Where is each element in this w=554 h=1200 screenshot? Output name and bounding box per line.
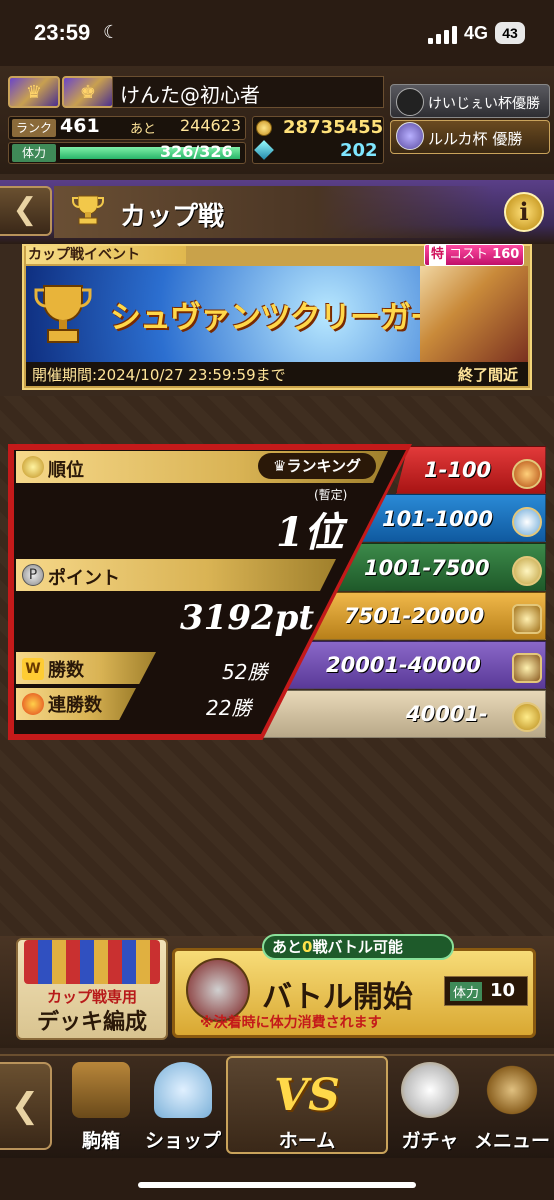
coin-icon xyxy=(256,120,272,136)
battle-remaining-text: あと0戦バトル可能 xyxy=(272,936,403,957)
battle-hint-suffix: 戦バトル可能 xyxy=(312,938,403,956)
signal-icon xyxy=(428,26,458,44)
status-time: 23:59 xyxy=(34,20,91,45)
moon-icon: ☾ xyxy=(103,22,120,43)
tier-range-3: 1001-7500 xyxy=(364,556,490,580)
player-name: けんた@初心者 xyxy=(120,83,260,107)
info-button[interactable]: i xyxy=(504,192,544,232)
cup-icon xyxy=(34,285,92,343)
nav-menu-label: メニュー xyxy=(473,1130,550,1152)
event-status: 終了間近 xyxy=(458,366,519,384)
network-label: 4G xyxy=(464,23,489,43)
event-name: シュヴァンツクリーガー杯 xyxy=(110,300,471,336)
page-title: カップ戦 xyxy=(120,202,225,232)
medal-icon xyxy=(512,459,542,489)
battery-icon: 43 xyxy=(495,22,525,44)
point-stat-label: ポイント xyxy=(48,568,120,589)
rank-stat-label: 順位 xyxy=(48,460,84,481)
dice-icon xyxy=(396,88,424,116)
nav-koma-box[interactable]: 駒箱 xyxy=(62,1062,140,1154)
gem-value: 202 xyxy=(340,140,378,161)
rank-value: 461 xyxy=(60,115,100,137)
battle-hint-prefix: あと xyxy=(272,938,303,956)
medal-icon xyxy=(512,653,542,683)
shop-jar-icon xyxy=(154,1062,212,1118)
battle-cost-value: 10 xyxy=(490,980,516,1001)
hp-value: 326/326 xyxy=(160,142,233,161)
shield-medal-icon xyxy=(512,604,542,634)
wins-value: 52勝 xyxy=(222,660,268,684)
streak-stat-label: 連勝数 xyxy=(48,695,102,716)
next-exp-label: あと xyxy=(130,122,157,137)
crown-icon: ♛ xyxy=(272,457,287,475)
point-icon: P xyxy=(22,564,44,586)
back-button[interactable]: ❮ xyxy=(0,186,52,236)
nav-home[interactable]: VS ホーム xyxy=(226,1056,388,1154)
nav-shop[interactable]: ショップ xyxy=(142,1062,224,1154)
hp-label: 体力 xyxy=(12,144,56,162)
event-cost-label: コスト xyxy=(449,247,489,262)
gear-icon xyxy=(483,1062,541,1118)
ranking-button-label: ランキング xyxy=(286,457,361,475)
rank-value: 1位 xyxy=(276,509,344,556)
event-cost-value: 160 xyxy=(492,247,520,262)
rank-label: ランク xyxy=(12,119,56,137)
nav-shop-label: ショップ xyxy=(144,1130,221,1152)
tier-range-6: 40001- xyxy=(406,702,488,726)
nav-gacha-label: ガチャ xyxy=(401,1130,459,1152)
tier-range-4: 7501-20000 xyxy=(344,604,485,628)
special-icon: 特 xyxy=(429,245,447,265)
nav-koma-label: 駒箱 xyxy=(81,1130,120,1152)
deck-pieces-art xyxy=(24,940,160,984)
event-character-art xyxy=(420,266,528,362)
home-indicator[interactable] xyxy=(138,1182,416,1188)
battle-remaining-count: 0 xyxy=(302,938,313,956)
battle-note: ※決着時に体力消費されます xyxy=(200,1015,382,1031)
tier-range-2: 101-1000 xyxy=(382,507,493,531)
coin-value: 28735455 xyxy=(283,117,384,138)
deck-button-label: デッキ編成 xyxy=(36,1010,147,1035)
avatar-frame-icon[interactable]: ♛ xyxy=(8,76,60,108)
battle-cost-label: 体力 xyxy=(450,982,483,1001)
event-cost-badge: 特コスト 160 xyxy=(424,244,524,266)
nav-menu[interactable]: メニュー xyxy=(472,1062,552,1154)
gacha-coins-icon xyxy=(401,1062,459,1118)
wins-icon: W xyxy=(22,658,44,680)
chest-icon xyxy=(72,1062,130,1118)
ranking-button[interactable]: ♛ランキング xyxy=(258,453,376,479)
medal-icon xyxy=(512,507,542,537)
trophy-icon xyxy=(72,195,104,225)
nav-gacha[interactable]: ガチャ xyxy=(390,1062,470,1154)
medal-icon xyxy=(512,702,542,732)
vs-icon: VS xyxy=(237,1064,377,1121)
point-value: 3192pt xyxy=(180,598,315,638)
next-exp-value: 244623 xyxy=(180,116,242,135)
avatar-icon[interactable]: ♚ xyxy=(62,76,114,108)
event-period: 開催期間:2024/10/27 23:59:59まで xyxy=(32,366,286,384)
tier-range-5: 20001-40000 xyxy=(326,653,481,677)
battle-start-label: バトル開始 xyxy=(262,980,413,1015)
title-badge-1-label: けいじぇい杯優勝 xyxy=(428,96,540,112)
nav-back-button[interactable]: ❮ xyxy=(0,1062,52,1150)
streak-value: 22勝 xyxy=(206,696,252,720)
wins-stat-label: 勝数 xyxy=(48,660,84,681)
character-icon xyxy=(396,122,424,150)
nav-home-label: ホーム xyxy=(278,1130,336,1152)
flame-icon xyxy=(22,693,44,715)
tier-range-1: 1-100 xyxy=(424,458,492,482)
trophy-icon xyxy=(22,456,44,478)
event-label: カップ戦イベント xyxy=(28,247,140,263)
home-indicator-area xyxy=(0,1158,554,1200)
medal-icon xyxy=(512,556,542,586)
title-badge-2-label: ルルカ杯 優勝 xyxy=(428,130,523,148)
vs-logo-text: VS xyxy=(274,1070,340,1121)
